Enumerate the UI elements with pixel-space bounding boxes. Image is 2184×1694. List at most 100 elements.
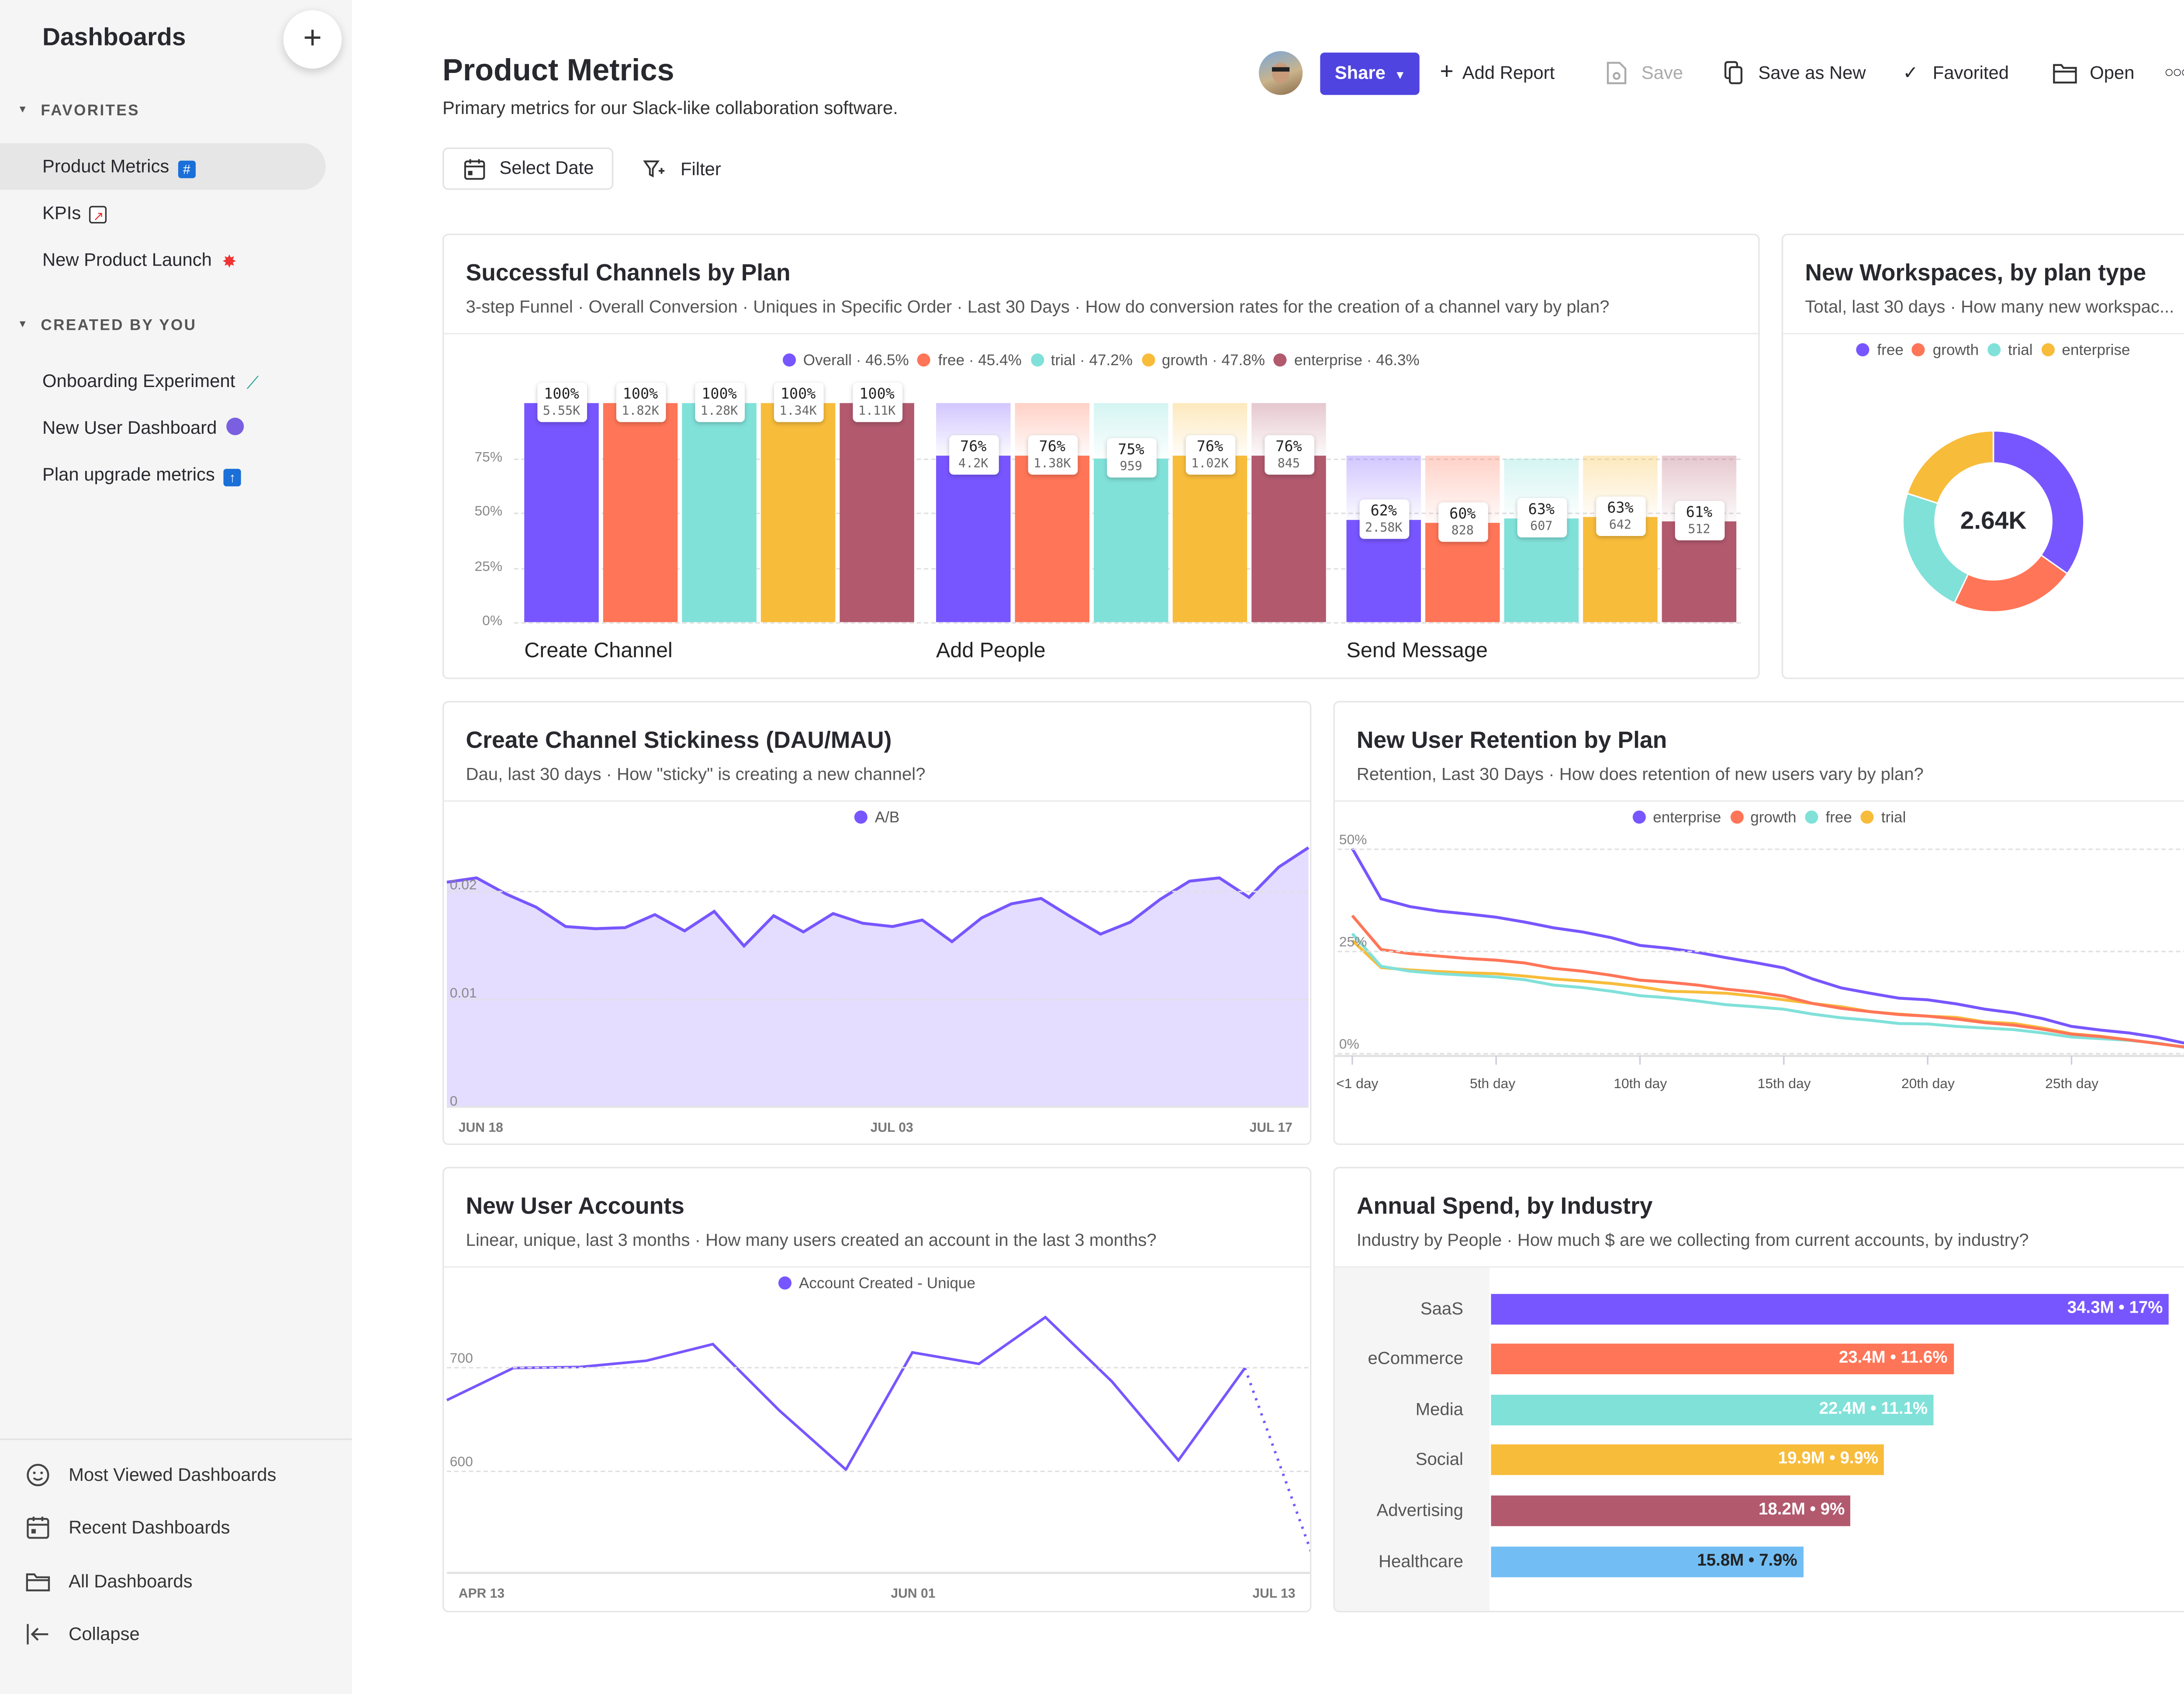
favorited-button[interactable]: ✓ Favorited [1903, 60, 2009, 86]
x-tick-label: 20th day [1901, 1076, 1955, 1092]
legend-item[interactable]: enterprise · 46.3% [1274, 352, 1420, 370]
funnel-bar [840, 403, 914, 622]
industry-bar[interactable]: 22.4M • 11.1% [1491, 1394, 1934, 1425]
funnel-data-label: 63% 607 [1517, 498, 1566, 537]
gridline [447, 1367, 1309, 1369]
legend-item[interactable]: trial · 47.2% [1030, 352, 1133, 370]
donut-slice-enterprise [1906, 430, 1994, 505]
legend-label: enterprise · 46.3% [1294, 352, 1420, 370]
step-count: 607 [1530, 519, 1553, 535]
workspaces-card: New Workspaces, by plan type Total, last… [1781, 233, 2184, 679]
legend-item[interactable]: growth · 47.8% [1141, 352, 1265, 370]
avatar[interactable] [1258, 51, 1303, 95]
card-title[interactable]: Successful Channels by Plan [466, 261, 791, 287]
share-label: Share [1334, 62, 1386, 83]
funnel-bar [760, 403, 836, 622]
funnel-data-label: 63% 642 [1595, 497, 1645, 536]
caret-down-icon: ▼ [1394, 69, 1406, 82]
funnel-data-label: 100% 1.82K [615, 382, 665, 422]
industry-bar[interactable]: 18.2M • 9% [1491, 1495, 1851, 1526]
add-report-button[interactable]: + Add Report [1440, 60, 1555, 86]
industry-bar[interactable]: 34.3M • 17% [1491, 1293, 2169, 1324]
step-count: 5.55K [543, 404, 581, 419]
funnel-bar [1251, 455, 1326, 622]
filter-label: Filter [680, 159, 721, 180]
conversion-percent: 63% [1607, 501, 1634, 517]
step-count: 642 [1609, 519, 1632, 533]
funnel-step-label: Send Message [1346, 640, 1488, 663]
card-title[interactable]: Annual Spend, by Industry [1357, 1195, 1653, 1221]
step-count: 1.34K [779, 404, 817, 419]
category-label: Social [1415, 1449, 1463, 1470]
y-tick-label: 25% [474, 558, 503, 575]
gridline [1337, 1053, 2184, 1054]
legend-dot [1274, 353, 1287, 367]
sidebar-item-product-metrics[interactable]: Product Metrics # [0, 143, 326, 190]
collision-icon: ✸ [222, 251, 237, 272]
sidebar-item-new-user-dashboard[interactable]: New User Dashboard [0, 404, 326, 451]
gridline [1337, 951, 2184, 952]
funnel-step-label: Create Channel [524, 640, 673, 663]
more-options-button[interactable]: ○○○ [2164, 60, 2184, 86]
y-tick-label: 0% [482, 613, 503, 629]
select-date-button[interactable]: Select Date [442, 147, 614, 190]
caret-down-icon: ▼ [17, 320, 29, 330]
legend-label: trial · 47.2% [1051, 352, 1133, 370]
save-as-new-button[interactable]: Save as New [1723, 60, 1866, 86]
industry-bar[interactable]: 19.9M • 9.9% [1491, 1445, 1884, 1476]
favorites-section-toggle[interactable]: ▼ FAVORITES [17, 102, 140, 120]
check-icon: ✓ [1903, 62, 1918, 83]
industry-bar[interactable]: 15.8M • 7.9% [1491, 1545, 1804, 1577]
sidebar-item-onboarding-experiment[interactable]: Onboarding Experiment ⟋ [0, 358, 326, 404]
share-button[interactable]: Share ▼ [1320, 52, 1420, 95]
gridline [447, 891, 1309, 892]
legend-item[interactable]: Overall · 46.5% [782, 352, 909, 370]
donut-slice-growth [1953, 554, 2069, 613]
legend-label: growth · 47.8% [1161, 352, 1265, 370]
series-line-enterprise [1351, 847, 2184, 1045]
sidebar-item-label: Onboarding Experiment [42, 371, 235, 392]
x-tick-label: 5th day [1470, 1076, 1516, 1092]
x-tick-label: JUL 13 [1252, 1586, 1296, 1601]
favorited-label: Favorited [1932, 62, 2009, 83]
funnel-bar [682, 403, 757, 622]
created-section-toggle[interactable]: ▼ CREATED BY YOU [17, 317, 197, 334]
sidebar-item-kpis[interactable]: KPIs ↗ [0, 190, 326, 237]
funnel-data-label: 100% 1.28K [694, 382, 744, 422]
gridline [514, 622, 1741, 624]
step-count: 1.82K [622, 404, 659, 419]
funnel-data-label: 76% 845 [1264, 435, 1314, 474]
funnel-data-label: 100% 5.55K [536, 382, 587, 422]
legend-item[interactable]: free · 45.4% [917, 352, 1022, 370]
add-dashboard-button[interactable]: + [283, 10, 342, 69]
conversion-percent: 60% [1449, 506, 1476, 523]
legend-label: Overall · 46.5% [803, 352, 909, 370]
filter-button[interactable]: Filter [643, 156, 721, 183]
funnel-bar [603, 403, 678, 622]
crystal-ball-icon [225, 418, 243, 436]
sidebar-item-plan-upgrade-metrics[interactable]: Plan upgrade metrics ↑ [0, 451, 326, 498]
link-label: Collapse [69, 1624, 140, 1645]
save-as-new-label: Save as New [1758, 62, 1866, 83]
funnel-data-label: 100% 1.34K [773, 382, 823, 422]
chart-plot [446, 846, 1310, 1108]
x-tick-label: 10th day [1614, 1076, 1667, 1092]
save-button[interactable]: Save [1605, 60, 1683, 86]
sidebar-item-label: New User Dashboard [42, 418, 217, 438]
chart-plot [446, 1315, 1310, 1574]
sidebar-item-new-product-launch[interactable]: New Product Launch ✸ [0, 237, 326, 283]
gridline [447, 999, 1309, 1001]
x-tick-label: JUN 18 [458, 1120, 503, 1135]
funnel-data-label: 62% 2.58K [1358, 500, 1409, 539]
funnel-data-label: 61% 512 [1674, 501, 1724, 540]
donut-center-total: 2.64K [1960, 507, 2027, 535]
open-button[interactable]: Open [2052, 60, 2135, 86]
y-tick-label: 50% [474, 504, 503, 520]
conversion-percent: 76% [1275, 439, 1302, 456]
step-count: 1.02K [1191, 456, 1229, 472]
calendar-icon [27, 1517, 49, 1539]
sidebar: Dashboards + ▼ FAVORITES Product Metrics #… [0, 0, 352, 1694]
step-count: 959 [1120, 459, 1143, 474]
step-count: 1.38K [1033, 457, 1071, 472]
industry-bar[interactable]: 23.4M • 11.6% [1491, 1344, 1953, 1375]
